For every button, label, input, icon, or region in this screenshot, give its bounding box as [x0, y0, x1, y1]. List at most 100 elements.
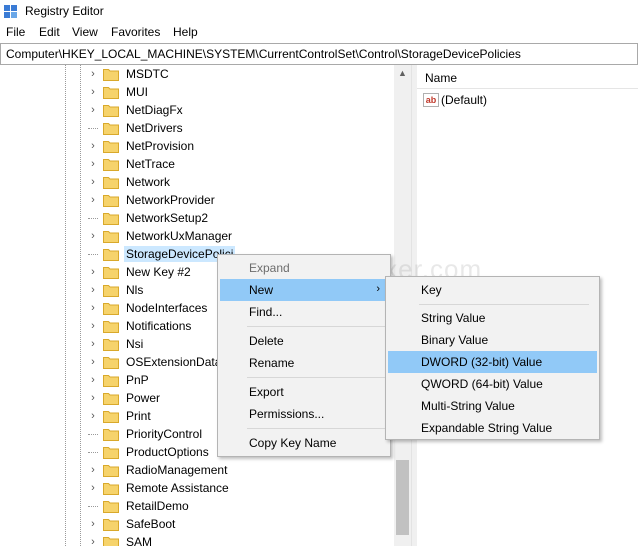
tree-item[interactable]: › Notifications: [88, 317, 193, 335]
tree-item[interactable]: › SAM: [88, 533, 154, 546]
expand-chevron-icon[interactable]: ›: [88, 374, 98, 386]
menu-file[interactable]: File: [6, 25, 25, 39]
tree-item[interactable]: PriorityControl: [88, 425, 204, 443]
tree-item[interactable]: › SafeBoot: [88, 515, 177, 533]
submenu-item-qword-value[interactable]: QWORD (64-bit) Value: [388, 373, 597, 395]
expand-chevron-icon[interactable]: ›: [88, 230, 98, 242]
scrollbar-thumb[interactable]: [396, 460, 409, 535]
tree-item[interactable]: › NetDiagFx: [88, 101, 185, 119]
folder-icon: [103, 374, 119, 387]
folder-icon: [103, 194, 119, 207]
tree-item-label: NetTrace: [126, 157, 175, 171]
value-name: (Default): [441, 93, 488, 107]
menu-help[interactable]: Help: [173, 25, 198, 39]
folder-icon: [103, 446, 119, 459]
expand-chevron-icon[interactable]: ›: [88, 284, 98, 296]
folder-icon: [103, 428, 119, 441]
tree-item[interactable]: › NetworkProvider: [88, 191, 217, 209]
tree-item-label: SAM: [126, 535, 153, 546]
submenu-item-multi-string-value[interactable]: Multi-String Value: [388, 395, 597, 417]
expand-chevron-icon[interactable]: ›: [88, 158, 98, 170]
menu-item-find[interactable]: Find...: [220, 301, 388, 323]
menu-edit[interactable]: Edit: [39, 25, 60, 39]
menu-item-export[interactable]: Export: [220, 381, 388, 403]
menu-favorites[interactable]: Favorites: [111, 25, 160, 39]
tree-item-label: Print: [126, 409, 151, 423]
string-value-icon: ab: [423, 93, 439, 107]
tree-item-label: Network: [126, 175, 171, 189]
folder-icon: [103, 86, 119, 99]
folder-icon: [103, 320, 119, 333]
menu-item-new[interactable]: New ›: [220, 279, 388, 301]
tree-item[interactable]: › Nsi: [88, 335, 145, 353]
folder-icon: [103, 338, 119, 351]
submenu-item-binary-value[interactable]: Binary Value: [388, 329, 597, 351]
menu-item-delete[interactable]: Delete: [220, 330, 388, 352]
tree-item-label: MUI: [126, 85, 148, 99]
tree-item[interactable]: RetailDemo: [88, 497, 191, 515]
tree-item-label: PnP: [126, 373, 149, 387]
expand-chevron-icon[interactable]: ›: [88, 176, 98, 188]
tree-item[interactable]: StorageDevicePolici: [88, 245, 236, 263]
tree-item[interactable]: › OSExtensionDatab: [88, 353, 230, 371]
submenu-item-expandable-string-value[interactable]: Expandable String Value: [388, 417, 597, 439]
expand-chevron-icon[interactable]: ›: [88, 86, 98, 98]
tree-item[interactable]: › Power: [88, 389, 162, 407]
expand-chevron-icon[interactable]: ›: [88, 392, 98, 404]
tree-item[interactable]: NetworkSetup2: [88, 209, 210, 227]
value-row-default[interactable]: ab (Default): [423, 91, 487, 109]
tree-item[interactable]: › RadioManagement: [88, 461, 229, 479]
folder-icon: [103, 248, 119, 261]
expand-chevron-icon[interactable]: ›: [88, 464, 98, 476]
tree-item[interactable]: › New Key #2: [88, 263, 193, 281]
menu-item-permissions[interactable]: Permissions...: [220, 403, 388, 425]
tree-item[interactable]: › PnP: [88, 371, 151, 389]
tree-item-label: SafeBoot: [126, 517, 176, 531]
tree-item[interactable]: › NetProvision: [88, 137, 196, 155]
tree-item[interactable]: › Remote Assistance: [88, 479, 231, 497]
tree-item[interactable]: › NodeInterfaces: [88, 299, 209, 317]
expand-chevron-icon[interactable]: ›: [88, 482, 98, 494]
expand-chevron-icon[interactable]: ›: [88, 356, 98, 368]
scroll-up-arrow-icon[interactable]: ▲: [394, 65, 411, 82]
expand-chevron-icon[interactable]: ›: [88, 194, 98, 206]
folder-icon: [103, 518, 119, 531]
menu-item-label: New: [249, 283, 274, 297]
menu-item-rename[interactable]: Rename: [220, 352, 388, 374]
expand-chevron-icon[interactable]: ›: [88, 536, 98, 546]
folder-icon: [103, 464, 119, 477]
tree-item[interactable]: › MSDTC: [88, 65, 171, 83]
expand-chevron-icon[interactable]: ›: [88, 410, 98, 422]
tree-item[interactable]: › Network: [88, 173, 172, 191]
tree-item[interactable]: › MUI: [88, 83, 150, 101]
tree-item-label: ProductOptions: [126, 445, 209, 459]
submenu-item-string-value[interactable]: String Value: [388, 307, 597, 329]
tree-item[interactable]: › Nls: [88, 281, 145, 299]
expand-chevron-icon[interactable]: ›: [88, 302, 98, 314]
menu-item-copy-key-name[interactable]: Copy Key Name: [220, 432, 388, 454]
address-path[interactable]: Computer\HKEY_LOCAL_MACHINE\SYSTEM\Curre…: [6, 47, 521, 61]
menu-item-expand[interactable]: Expand: [220, 257, 388, 279]
expand-chevron-icon[interactable]: ›: [88, 338, 98, 350]
tree-item[interactable]: › NetTrace: [88, 155, 177, 173]
expand-chevron-icon[interactable]: ›: [88, 140, 98, 152]
tree-item[interactable]: NetDrivers: [88, 119, 185, 137]
menu-view[interactable]: View: [72, 25, 98, 39]
submenu-item-key[interactable]: Key: [388, 279, 597, 301]
expand-chevron-icon[interactable]: ›: [88, 266, 98, 278]
menu-item-label: Permissions...: [249, 407, 325, 421]
tree-connector: [88, 452, 98, 453]
expand-chevron-icon[interactable]: ›: [88, 68, 98, 80]
tree-item[interactable]: › NetworkUxManager: [88, 227, 234, 245]
expand-chevron-icon[interactable]: ›: [88, 320, 98, 332]
expand-chevron-icon[interactable]: ›: [88, 518, 98, 530]
address-bar[interactable]: Computer\HKEY_LOCAL_MACHINE\SYSTEM\Curre…: [0, 43, 638, 65]
submenu-item-dword-value[interactable]: DWORD (32-bit) Value: [388, 351, 597, 373]
column-header-name[interactable]: Name: [417, 65, 638, 89]
tree-item-label: Nsi: [126, 337, 144, 351]
tree-item[interactable]: ProductOptions: [88, 443, 211, 461]
tree-item-label: Remote Assistance: [126, 481, 229, 495]
expand-chevron-icon[interactable]: ›: [88, 104, 98, 116]
tree-item[interactable]: › Print: [88, 407, 153, 425]
folder-icon: [103, 356, 119, 369]
